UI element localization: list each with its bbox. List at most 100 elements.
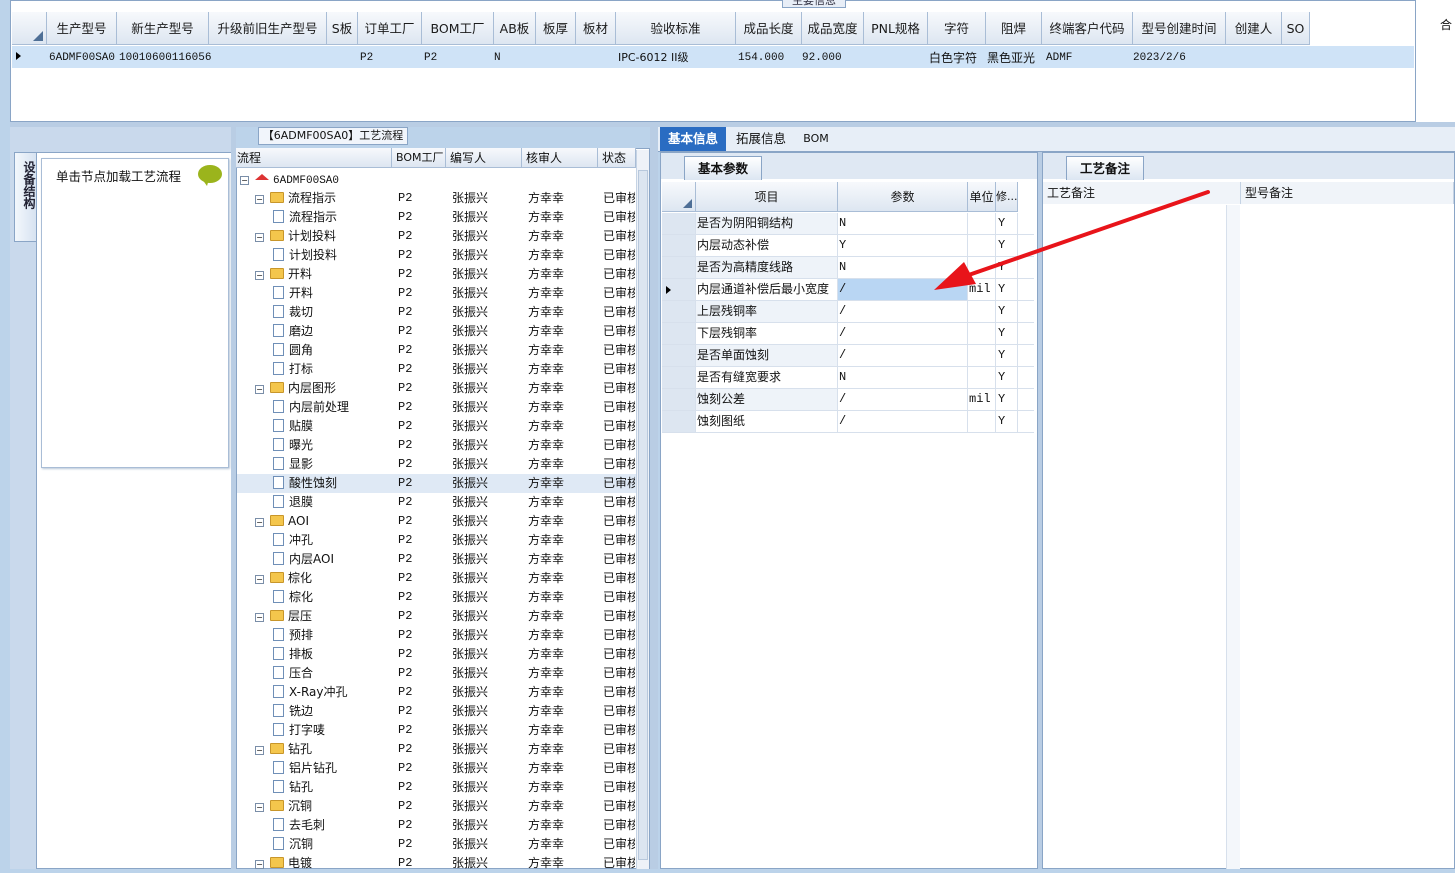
col-header-9[interactable]: 验收标准 [616, 12, 736, 45]
col-header-6[interactable]: AB板 [494, 12, 536, 45]
col-header-5[interactable]: BOM工厂 [422, 12, 494, 45]
cell-bom-factory[interactable]: P2 [424, 50, 437, 66]
collapse-icon[interactable]: − [255, 575, 264, 584]
col-header-15[interactable]: 终端客户代码 [1042, 12, 1133, 45]
row-indicator[interactable] [662, 213, 696, 234]
param-value[interactable]: / [838, 301, 968, 322]
tab-bom[interactable]: BOM [800, 127, 832, 151]
tree-row[interactable]: 流程指示 P2 张振兴 方幸幸 已审核 [237, 208, 637, 227]
param-mod[interactable]: Y [996, 389, 1018, 410]
param-mod[interactable]: Y [996, 323, 1018, 344]
tree-col-writer[interactable]: 编写人 [446, 148, 522, 168]
col-header-8[interactable]: 板材 [576, 12, 616, 45]
table-row[interactable] [12, 46, 1414, 68]
tree-root[interactable]: − 6ADMF00SA0 [240, 170, 339, 189]
tree-row[interactable]: 计划投料 P2 张振兴 方幸幸 已审核 [237, 246, 637, 265]
collapse-icon[interactable]: − [255, 233, 264, 242]
collapse-icon[interactable]: − [255, 746, 264, 755]
param-mod[interactable]: Y [996, 411, 1018, 432]
cell-created[interactable]: 2023/2/6 [1133, 50, 1186, 66]
tree-row[interactable]: − 钻孔 P2 张振兴 方幸幸 已审核 [237, 740, 637, 759]
params-col-item[interactable]: 项目 [696, 182, 838, 212]
grid-corner[interactable] [12, 12, 47, 45]
cell-mask[interactable]: 黑色亚光 [987, 50, 1035, 66]
cell-ab-board[interactable]: N [494, 50, 501, 66]
param-unit[interactable] [968, 323, 996, 344]
col-header-13[interactable]: 字符 [928, 12, 986, 45]
tree-col-bom[interactable]: BOM工厂 [392, 148, 446, 168]
col-header-1[interactable]: 新生产型号 [117, 12, 209, 45]
tab-basic-params[interactable]: 基本参数 [684, 156, 762, 180]
tree-row[interactable]: 曝光 P2 张振兴 方幸幸 已审核 [237, 436, 637, 455]
cell-char[interactable]: 白色字符 [929, 50, 977, 66]
tree-row[interactable]: − AOI P2 张振兴 方幸幸 已审核 [237, 512, 637, 531]
cell-customer[interactable]: ADMF [1046, 50, 1072, 66]
param-unit[interactable]: mil [968, 389, 996, 410]
scroll-thumb[interactable] [638, 170, 648, 860]
row-indicator[interactable] [662, 257, 696, 278]
collapse-icon[interactable]: − [255, 860, 264, 869]
param-unit[interactable] [968, 367, 996, 388]
collapse-icon[interactable]: − [255, 518, 264, 527]
tree-row[interactable]: 钻孔 P2 张振兴 方幸幸 已审核 [237, 778, 637, 797]
col-header-2[interactable]: 升级前旧生产型号 [209, 12, 327, 45]
cell-standard[interactable]: IPC-6012 II级 [618, 50, 689, 66]
param-unit[interactable] [968, 301, 996, 322]
param-value[interactable]: / [838, 411, 968, 432]
col-header-7[interactable]: 板厚 [536, 12, 576, 45]
col-header-11[interactable]: 成品宽度 [802, 12, 864, 45]
collapse-icon[interactable]: − [255, 271, 264, 280]
param-row[interactable]: 下层残铜率 / Y [662, 323, 1034, 345]
collapse-icon[interactable]: − [255, 613, 264, 622]
tree-row[interactable]: 棕化 P2 张振兴 方幸幸 已审核 [237, 588, 637, 607]
cell-width[interactable]: 92.000 [802, 50, 842, 66]
tree-row[interactable]: 铣边 P2 张振兴 方幸幸 已审核 [237, 702, 637, 721]
row-indicator[interactable] [662, 389, 696, 410]
param-row[interactable]: 蚀刻图纸 / Y [662, 411, 1034, 433]
col-header-0[interactable]: 生产型号 [47, 12, 117, 45]
cell-order-factory[interactable]: P2 [360, 50, 373, 66]
param-row[interactable]: 是否单面蚀刻 / Y [662, 345, 1034, 367]
notes-scrollbar[interactable] [1226, 205, 1240, 869]
tree-row[interactable]: − 计划投料 P2 张振兴 方幸幸 已审核 [237, 227, 637, 246]
params-corner[interactable] [662, 182, 696, 212]
tree-row[interactable]: − 层压 P2 张振兴 方幸幸 已审核 [237, 607, 637, 626]
param-mod[interactable]: Y [996, 367, 1018, 388]
row-indicator[interactable] [662, 367, 696, 388]
col-header-10[interactable]: 成品长度 [736, 12, 802, 45]
tree-row[interactable]: 磨边 P2 张振兴 方幸幸 已审核 [237, 322, 637, 341]
tree-row[interactable]: 预排 P2 张振兴 方幸幸 已审核 [237, 626, 637, 645]
row-indicator[interactable] [662, 323, 696, 344]
tree-row[interactable]: − 沉铜 P2 张振兴 方幸幸 已审核 [237, 797, 637, 816]
tree-row[interactable]: 冲孔 P2 张振兴 方幸幸 已审核 [237, 531, 637, 550]
cell-length[interactable]: 154.000 [738, 50, 784, 66]
tree-row[interactable]: 裁切 P2 张振兴 方幸幸 已审核 [237, 303, 637, 322]
row-indicator[interactable] [662, 235, 696, 256]
col-header-4[interactable]: 订单工厂 [358, 12, 422, 45]
row-indicator[interactable] [662, 411, 696, 432]
tree-col-flow[interactable]: 流程 [236, 148, 392, 168]
tree-row[interactable]: 沉铜 P2 张振兴 方幸幸 已审核 [237, 835, 637, 854]
tab-process-notes[interactable]: 工艺备注 [1066, 156, 1144, 180]
tree-row[interactable]: 内层前处理 P2 张振兴 方幸幸 已审核 [237, 398, 637, 417]
tree-row[interactable]: 显影 P2 张振兴 方幸幸 已审核 [237, 455, 637, 474]
col-header-16[interactable]: 型号创建时间 [1133, 12, 1226, 45]
tab-equipment-structure[interactable]: 设备结构 [14, 152, 38, 242]
param-unit[interactable] [968, 345, 996, 366]
param-row[interactable]: 上层残铜率 / Y [662, 301, 1034, 323]
tree-row[interactable]: − 内层图形 P2 张振兴 方幸幸 已审核 [237, 379, 637, 398]
tree-row[interactable]: 排板 P2 张振兴 方幸幸 已审核 [237, 645, 637, 664]
col-header-12[interactable]: PNL规格 [864, 12, 928, 45]
tree-row[interactable]: 打标 P2 张振兴 方幸幸 已审核 [237, 360, 637, 379]
col-header-18[interactable]: SO [1282, 12, 1310, 45]
tree-row[interactable]: 压合 P2 张振兴 方幸幸 已审核 [237, 664, 637, 683]
tree-row[interactable]: − 开料 P2 张振兴 方幸幸 已审核 [237, 265, 637, 284]
col-header-3[interactable]: S板 [327, 12, 358, 45]
param-value[interactable]: / [838, 323, 968, 344]
notes-col-model[interactable]: 型号备注 [1241, 182, 1454, 204]
tree-row[interactable]: 退膜 P2 张振兴 方幸幸 已审核 [237, 493, 637, 512]
tree-row[interactable]: 开料 P2 张振兴 方幸幸 已审核 [237, 284, 637, 303]
collapse-icon[interactable]: − [255, 385, 264, 394]
param-value[interactable]: / [838, 389, 968, 410]
row-indicator[interactable] [662, 345, 696, 366]
